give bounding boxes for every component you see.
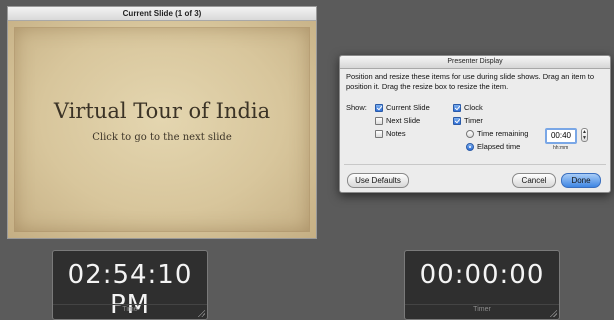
use-defaults-button[interactable]: Use Defaults bbox=[347, 173, 409, 188]
time-remaining-radio[interactable] bbox=[466, 129, 474, 138]
current-slide-checkbox[interactable] bbox=[375, 103, 383, 112]
timer-label: Timer bbox=[464, 116, 483, 125]
dialog-title: Presenter Display bbox=[340, 56, 610, 69]
timer-checkbox[interactable] bbox=[453, 116, 461, 125]
current-slide-option[interactable]: Current Slide bbox=[375, 103, 430, 112]
slide-subheading: Click to go to the next slide bbox=[92, 132, 232, 143]
next-slide-checkbox[interactable] bbox=[375, 116, 383, 125]
dialog-divider bbox=[344, 164, 606, 165]
elapsed-time-radio[interactable] bbox=[466, 142, 474, 151]
clock-caption: Time bbox=[53, 304, 207, 313]
dialog-instructions: Position and resize these items for use … bbox=[346, 72, 595, 91]
resize-handle-icon[interactable] bbox=[197, 309, 205, 317]
timer-value: 00:00:00 bbox=[419, 260, 545, 290]
next-slide-label: Next Slide bbox=[386, 116, 421, 125]
next-slide-option[interactable]: Next Slide bbox=[375, 116, 420, 125]
notes-option[interactable]: Notes bbox=[375, 129, 406, 138]
time-remaining-label: Time remaining bbox=[477, 129, 529, 138]
notes-checkbox[interactable] bbox=[375, 129, 383, 138]
done-button[interactable]: Done bbox=[561, 173, 601, 188]
clock-checkbox[interactable] bbox=[453, 103, 461, 112]
timer-option[interactable]: Timer bbox=[453, 116, 483, 125]
current-slide-label: Current Slide bbox=[386, 103, 430, 112]
current-slide-title: Current Slide (1 of 3) bbox=[8, 7, 316, 21]
notes-label: Notes bbox=[386, 129, 406, 138]
time-remaining-option[interactable]: Time remaining bbox=[466, 129, 528, 138]
resize-handle-icon[interactable] bbox=[549, 309, 557, 317]
time-format-hint: hh:mm bbox=[553, 145, 569, 151]
stepper-down-icon[interactable]: ▼ bbox=[582, 135, 587, 141]
timer-caption: Timer bbox=[405, 304, 559, 313]
elapsed-time-option[interactable]: Elapsed time bbox=[466, 142, 520, 151]
presenter-display-dialog: Presenter Display Position and resize th… bbox=[339, 55, 611, 193]
time-stepper[interactable]: ▲ ▼ bbox=[581, 128, 588, 142]
current-slide-panel[interactable]: Current Slide (1 of 3) Virtual Tour of I… bbox=[7, 6, 317, 239]
clock-option[interactable]: Clock bbox=[453, 103, 483, 112]
clock-display[interactable]: 02:54:10 PM Time bbox=[52, 250, 208, 320]
slide-canvas[interactable]: Virtual Tour of India Click to go to the… bbox=[8, 21, 316, 238]
clock-label: Clock bbox=[464, 103, 483, 112]
elapsed-time-label: Elapsed time bbox=[477, 142, 521, 151]
show-label-row: Show: bbox=[346, 103, 367, 112]
show-label: Show: bbox=[346, 103, 367, 112]
slide-heading: Virtual Tour of India bbox=[53, 99, 271, 123]
cancel-button[interactable]: Cancel bbox=[512, 173, 556, 188]
time-remaining-field[interactable]: 00:40 bbox=[545, 128, 577, 144]
timer-display[interactable]: 00:00:00 Timer bbox=[404, 250, 560, 320]
